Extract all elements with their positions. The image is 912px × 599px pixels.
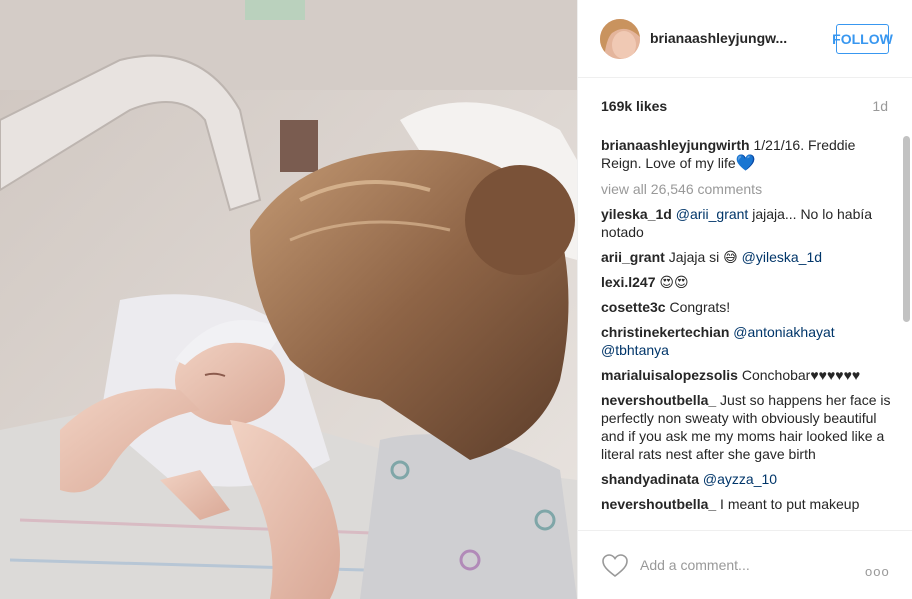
- comment-mention[interactable]: @ayzza_10: [703, 471, 777, 487]
- post-time[interactable]: 1d: [872, 98, 888, 114]
- comment-username[interactable]: yileska_1d: [601, 206, 672, 222]
- comment-mention[interactable]: @yileska_1d: [738, 249, 822, 265]
- follow-button[interactable]: FOLLOW: [832, 24, 893, 54]
- comments-scrollbar[interactable]: [903, 136, 910, 528]
- comment-username[interactable]: marialuisalopezsolis: [601, 367, 738, 383]
- heart-eyes-emoji: 😍😍: [659, 274, 689, 290]
- comment-username[interactable]: nevershoutbella_: [601, 496, 716, 512]
- post-header: brianaashleyjungw... FOLLOW: [578, 0, 912, 78]
- avatar[interactable]: [600, 19, 640, 59]
- ellipsis-icon[interactable]: ooo: [865, 564, 890, 579]
- sweat-smile-emoji: 😅: [723, 249, 738, 265]
- comment-username[interactable]: christinekertechian: [601, 324, 729, 340]
- comments-list: brianaashleyjungwirth 1/21/16. Freddie R…: [601, 136, 891, 528]
- comment-footer: Add a comment... ooo: [578, 530, 912, 599]
- add-comment-input[interactable]: Add a comment...: [640, 557, 750, 573]
- scrollbar-thumb[interactable]: [903, 136, 910, 322]
- comment-item: nevershoutbella_ Just so happens her fac…: [601, 391, 891, 463]
- comment-item: marialuisalopezsolis Conchobar♥♥♥♥♥♥: [601, 366, 891, 384]
- comment-item: yileska_1d @arii_grant jajaja... No lo h…: [601, 205, 891, 241]
- comment-username[interactable]: lexi.l247: [601, 274, 656, 290]
- comment-item: nevershoutbella_ I meant to put makeup: [601, 495, 891, 513]
- comment-username[interactable]: nevershoutbella_: [601, 392, 716, 408]
- comment-item: arii_grant Jajaja si 😅 @yileska_1d: [601, 248, 891, 266]
- post-photo[interactable]: [0, 0, 577, 599]
- post-author-username[interactable]: brianaashleyjungw...: [650, 30, 787, 46]
- blue-heart-emoji: 💙: [735, 155, 756, 172]
- caption: brianaashleyjungwirth 1/21/16. Freddie R…: [601, 136, 891, 173]
- comment-mention[interactable]: @arii_grant: [676, 206, 749, 222]
- comment-username[interactable]: arii_grant: [601, 249, 665, 265]
- likes-count[interactable]: 169k likes: [601, 98, 667, 114]
- comment-username[interactable]: cosette3c: [601, 299, 666, 315]
- likes-row: 169k likes 1d: [601, 98, 888, 116]
- comment-item: christinekertechian @antoniakhayat @tbht…: [601, 323, 891, 359]
- avatar-image: [600, 19, 640, 59]
- comment-username[interactable]: shandyadinata: [601, 471, 699, 487]
- comment-text: Congrats!: [669, 299, 731, 315]
- comment-item: lexi.l247 😍😍: [601, 273, 891, 291]
- photo-illustration: [0, 0, 577, 599]
- comment-text: I meant to put makeup: [720, 496, 860, 512]
- comment-username[interactable]: brianaashleyjungwirth: [601, 137, 750, 153]
- comment-item: shandyadinata @ayzza_10: [601, 470, 891, 488]
- comment-item: cosette3c Congrats!: [601, 298, 891, 316]
- view-all-comments-link[interactable]: view all 26,546 comments: [601, 180, 891, 198]
- comment-text: Jajaja si: [668, 249, 724, 265]
- heart-outline-icon[interactable]: [602, 554, 628, 578]
- comment-text: Conchobar♥♥♥♥♥♥: [741, 367, 861, 383]
- post-sidebar: brianaashleyjungw... FOLLOW 169k likes 1…: [577, 0, 912, 599]
